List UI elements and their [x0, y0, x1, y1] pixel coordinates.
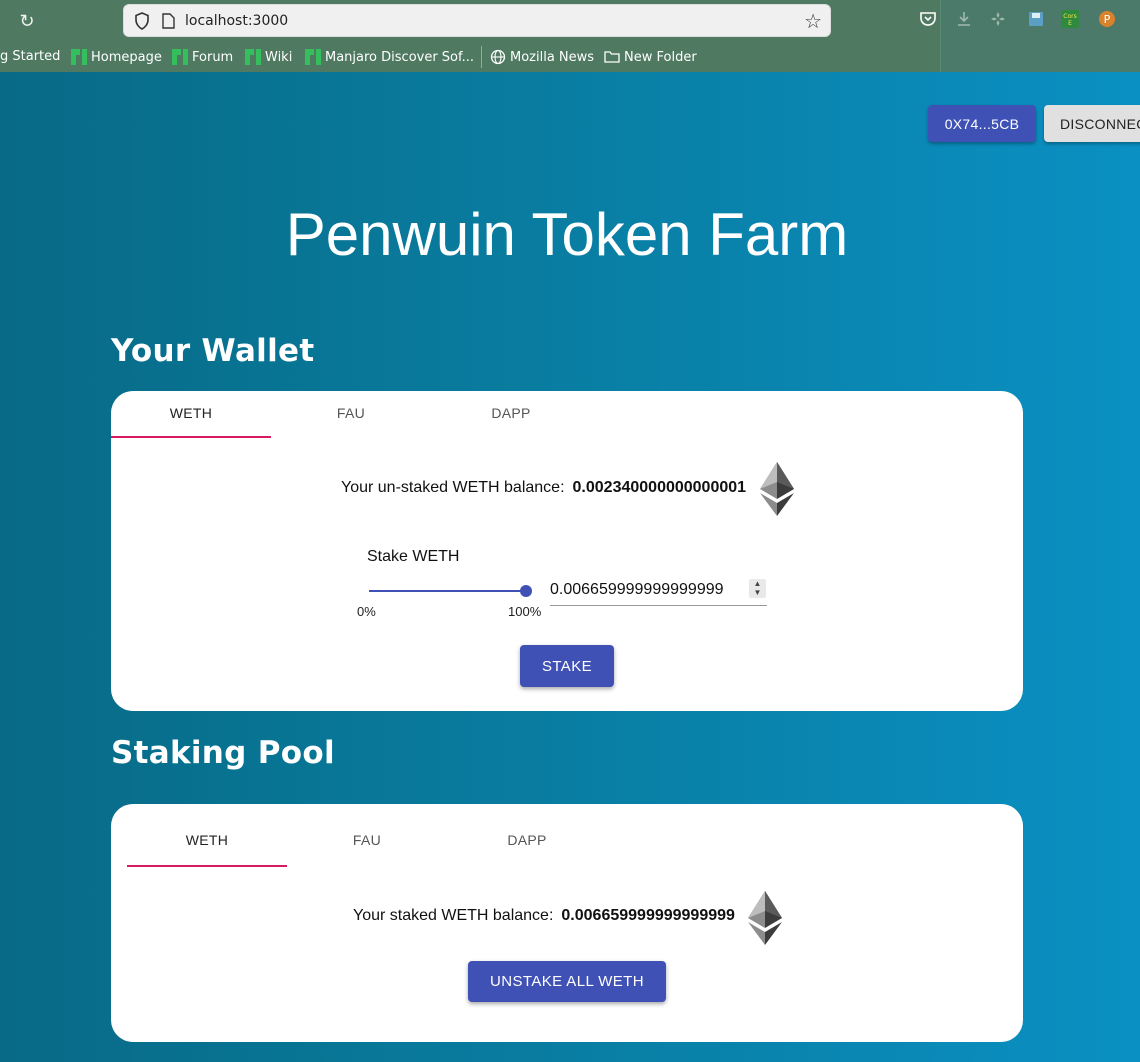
manjaro-icon	[71, 49, 87, 65]
bookmark-mozilla-news[interactable]: Mozilla News	[490, 49, 594, 65]
extension-icon[interactable]	[989, 10, 1007, 28]
disconnect-button[interactable]: DISCONNECT	[1044, 105, 1140, 142]
pool-tab-fau[interactable]: FAU	[287, 818, 447, 865]
wallet-card: WETH FAU DAPP Your un-staked WETH balanc…	[111, 391, 1023, 711]
ethereum-icon	[748, 891, 782, 945]
cors-icon[interactable]: Cors E	[1061, 10, 1079, 28]
svg-text:Cors: Cors	[1063, 13, 1076, 20]
wallet-heading: Your Wallet	[111, 333, 315, 369]
url-bar[interactable]: localhost:3000 ☆	[123, 4, 831, 37]
staked-balance-value: 0.006659999999999999	[561, 907, 735, 924]
bookmark-wiki[interactable]: Wiki	[245, 49, 292, 65]
manjaro-icon	[245, 49, 261, 65]
url-text[interactable]: localhost:3000	[185, 13, 288, 29]
slider-min-label: 0%	[357, 604, 376, 619]
stake-weth-label: Stake WETH	[367, 548, 460, 565]
save-icon[interactable]	[1027, 10, 1045, 28]
unstake-all-button[interactable]: UNSTAKE ALL WETH	[468, 961, 666, 1002]
unstaked-balance: Your un-staked WETH balance: 0.0023400000…	[341, 479, 746, 497]
bookmark-forum[interactable]: Forum	[172, 49, 233, 65]
stake-slider-thumb[interactable]	[520, 585, 532, 597]
staked-balance: Your staked WETH balance: 0.0066599999999…	[353, 907, 735, 925]
page-title: Penwuin Token Farm	[285, 201, 849, 268]
spinner-down-icon[interactable]: ▼	[749, 588, 766, 597]
staking-pool-card: WETH FAU DAPP Your staked WETH balance: 0…	[111, 804, 1023, 1042]
slider-max-label: 100%	[508, 604, 542, 619]
account-address-button[interactable]: 0X74...5CB	[928, 105, 1036, 142]
pocket-icon[interactable]	[919, 10, 937, 28]
bookmark-homepage[interactable]: Homepage	[71, 49, 162, 65]
donate-icon[interactable]: P	[1098, 10, 1116, 28]
svg-text:E: E	[1068, 20, 1072, 27]
bookmark-separator	[481, 46, 482, 68]
stake-button[interactable]: STAKE	[520, 645, 614, 687]
pool-tab-weth[interactable]: WETH	[127, 818, 287, 865]
wallet-tab-weth[interactable]: WETH	[111, 391, 271, 438]
pool-tab-dapp[interactable]: DAPP	[447, 818, 607, 865]
bookmark-getting-started[interactable]: g Started	[0, 49, 60, 64]
download-icon[interactable]	[955, 10, 973, 28]
shield-icon[interactable]	[134, 12, 150, 30]
folder-icon	[604, 51, 620, 63]
ethereum-icon	[760, 462, 794, 516]
spinner-up-icon[interactable]: ▲	[749, 579, 766, 588]
manjaro-icon	[305, 49, 321, 65]
bookmark-new-folder[interactable]: New Folder	[604, 49, 697, 65]
amount-spinner[interactable]: ▲ ▼	[749, 579, 766, 598]
staking-pool-heading: Staking Pool	[111, 735, 335, 771]
unstaked-balance-label: Your un-staked WETH balance:	[341, 479, 565, 496]
star-icon[interactable]: ☆	[804, 9, 822, 34]
staked-balance-label: Your staked WETH balance:	[353, 907, 554, 924]
manjaro-icon	[172, 49, 188, 65]
bookmarks-bar: g Started Homepage Forum Wiki Manjaro Di…	[0, 44, 940, 70]
globe-icon	[490, 49, 506, 65]
wallet-tab-fau[interactable]: FAU	[271, 391, 431, 438]
unstaked-balance-value: 0.002340000000000001	[572, 479, 747, 496]
active-tab-indicator	[127, 865, 287, 867]
page-icon[interactable]	[162, 13, 175, 29]
stake-amount-input[interactable]	[550, 574, 767, 606]
wallet-tab-dapp[interactable]: DAPP	[431, 391, 591, 438]
svg-text:P: P	[1104, 13, 1111, 26]
app-page: 0X74...5CB DISCONNECT Penwuin Token Farm…	[0, 72, 1140, 1062]
bookmark-manjaro-discover[interactable]: Manjaro Discover Sof...	[305, 49, 474, 65]
stake-slider-track[interactable]	[369, 590, 527, 592]
reload-icon[interactable]: ↻	[14, 8, 40, 34]
active-tab-indicator	[111, 436, 271, 438]
